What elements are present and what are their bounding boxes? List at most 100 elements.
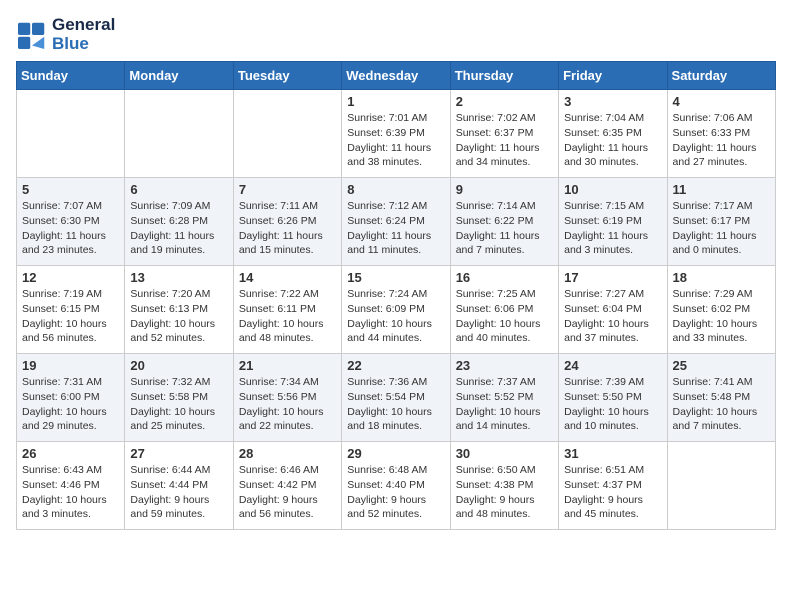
day-info: Sunrise: 7:06 AM Sunset: 6:33 PM Dayligh… [673, 111, 770, 170]
calendar-table: SundayMondayTuesdayWednesdayThursdayFrid… [16, 61, 776, 530]
day-info: Sunrise: 6:43 AM Sunset: 4:46 PM Dayligh… [22, 463, 119, 522]
calendar-cell: 23Sunrise: 7:37 AM Sunset: 5:52 PM Dayli… [450, 354, 558, 442]
day-info: Sunrise: 7:22 AM Sunset: 6:11 PM Dayligh… [239, 287, 336, 346]
day-number: 8 [347, 182, 444, 197]
day-number: 5 [22, 182, 119, 197]
day-info: Sunrise: 7:19 AM Sunset: 6:15 PM Dayligh… [22, 287, 119, 346]
logo-icon [16, 21, 48, 49]
calendar-cell [17, 90, 125, 178]
day-info: Sunrise: 7:20 AM Sunset: 6:13 PM Dayligh… [130, 287, 227, 346]
calendar-cell: 26 Sunrise: 6:43 AM Sunset: 4:46 PM Dayli… [17, 442, 125, 530]
day-info: Sunrise: 7:31 AM Sunset: 6:00 PM Dayligh… [22, 375, 119, 434]
calendar-cell [233, 90, 341, 178]
calendar-cell: 19Sunrise: 7:31 AM Sunset: 6:00 PM Dayli… [17, 354, 125, 442]
calendar-header-sunday: Sunday [17, 62, 125, 90]
page-header: General Blue [16, 16, 776, 53]
day-info: Sunrise: 7:41 AM Sunset: 5:48 PM Dayligh… [673, 375, 770, 434]
day-number: 22 [347, 358, 444, 373]
day-info: Sunrise: 7:36 AM Sunset: 5:54 PM Dayligh… [347, 375, 444, 434]
calendar-cell: 7 Sunrise: 7:11 AM Sunset: 6:26 PM Daylig… [233, 178, 341, 266]
day-number: 15 [347, 270, 444, 285]
logo-text-line2: Blue [52, 35, 115, 54]
day-number: 28 [239, 446, 336, 461]
day-number: 2 [456, 94, 553, 109]
calendar-week-row: 12 Sunrise: 7:19 AM Sunset: 6:15 PM Dayli… [17, 266, 776, 354]
day-info: Sunrise: 7:04 AM Sunset: 6:35 PM Dayligh… [564, 111, 661, 170]
day-info: Sunrise: 7:17 AM Sunset: 6:17 PM Dayligh… [673, 199, 770, 258]
day-number: 24 [564, 358, 661, 373]
calendar-cell: 25 Sunrise: 7:41 AM Sunset: 5:48 PM Dayli… [667, 354, 775, 442]
calendar-cell: 4 Sunrise: 7:06 AM Sunset: 6:33 PM Daylig… [667, 90, 775, 178]
day-number: 30 [456, 446, 553, 461]
day-number: 6 [130, 182, 227, 197]
calendar-cell: 10Sunrise: 7:15 AM Sunset: 6:19 PM Dayli… [559, 178, 667, 266]
day-info: Sunrise: 7:02 AM Sunset: 6:37 PM Dayligh… [456, 111, 553, 170]
day-number: 27 [130, 446, 227, 461]
day-number: 26 [22, 446, 119, 461]
day-info: Sunrise: 7:29 AM Sunset: 6:02 PM Dayligh… [673, 287, 770, 346]
calendar-cell: 1 Sunrise: 7:01 AM Sunset: 6:39 PM Daylig… [342, 90, 450, 178]
day-info: Sunrise: 7:01 AM Sunset: 6:39 PM Dayligh… [347, 111, 444, 170]
calendar-cell: 13Sunrise: 7:20 AM Sunset: 6:13 PM Dayli… [125, 266, 233, 354]
calendar-cell: 17 Sunrise: 7:27 AM Sunset: 6:04 PM Dayli… [559, 266, 667, 354]
day-info: Sunrise: 7:25 AM Sunset: 6:06 PM Dayligh… [456, 287, 553, 346]
day-number: 20 [130, 358, 227, 373]
day-info: Sunrise: 7:14 AM Sunset: 6:22 PM Dayligh… [456, 199, 553, 258]
calendar-header-thursday: Thursday [450, 62, 558, 90]
calendar-cell: 14 Sunrise: 7:22 AM Sunset: 6:11 PM Dayli… [233, 266, 341, 354]
day-info: Sunrise: 7:07 AM Sunset: 6:30 PM Dayligh… [22, 199, 119, 258]
calendar-header-row: SundayMondayTuesdayWednesdayThursdayFrid… [17, 62, 776, 90]
day-number: 12 [22, 270, 119, 285]
day-number: 3 [564, 94, 661, 109]
day-number: 4 [673, 94, 770, 109]
calendar-cell [125, 90, 233, 178]
calendar-cell: 16 Sunrise: 7:25 AM Sunset: 6:06 PM Dayli… [450, 266, 558, 354]
calendar-cell: 31Sunrise: 6:51 AM Sunset: 4:37 PM Dayli… [559, 442, 667, 530]
day-info: Sunrise: 7:11 AM Sunset: 6:26 PM Dayligh… [239, 199, 336, 258]
day-number: 14 [239, 270, 336, 285]
calendar-cell: 8 Sunrise: 7:12 AM Sunset: 6:24 PM Daylig… [342, 178, 450, 266]
day-number: 7 [239, 182, 336, 197]
day-info: Sunrise: 7:12 AM Sunset: 6:24 PM Dayligh… [347, 199, 444, 258]
calendar-cell: 5 Sunrise: 7:07 AM Sunset: 6:30 PM Daylig… [17, 178, 125, 266]
calendar-cell: 21 Sunrise: 7:34 AM Sunset: 5:56 PM Dayli… [233, 354, 341, 442]
calendar-cell: 15 Sunrise: 7:24 AM Sunset: 6:09 PM Dayli… [342, 266, 450, 354]
calendar-header-monday: Monday [125, 62, 233, 90]
day-number: 29 [347, 446, 444, 461]
day-info: Sunrise: 7:39 AM Sunset: 5:50 PM Dayligh… [564, 375, 661, 434]
calendar-header-friday: Friday [559, 62, 667, 90]
calendar-cell: 18 Sunrise: 7:29 AM Sunset: 6:02 PM Dayli… [667, 266, 775, 354]
calendar-header-saturday: Saturday [667, 62, 775, 90]
calendar-cell: 28 Sunrise: 6:46 AM Sunset: 4:42 PM Dayli… [233, 442, 341, 530]
calendar-cell: 29 Sunrise: 6:48 AM Sunset: 4:40 PM Dayli… [342, 442, 450, 530]
day-number: 21 [239, 358, 336, 373]
logo-text-line1: General [52, 16, 115, 35]
day-number: 10 [564, 182, 661, 197]
calendar-cell: 2 Sunrise: 7:02 AM Sunset: 6:37 PM Daylig… [450, 90, 558, 178]
calendar-cell: 22 Sunrise: 7:36 AM Sunset: 5:54 PM Dayli… [342, 354, 450, 442]
calendar-week-row: 26 Sunrise: 6:43 AM Sunset: 4:46 PM Dayli… [17, 442, 776, 530]
calendar-cell [667, 442, 775, 530]
day-number: 23 [456, 358, 553, 373]
calendar-header-tuesday: Tuesday [233, 62, 341, 90]
calendar-cell: 6 Sunrise: 7:09 AM Sunset: 6:28 PM Daylig… [125, 178, 233, 266]
day-info: Sunrise: 6:48 AM Sunset: 4:40 PM Dayligh… [347, 463, 444, 522]
day-info: Sunrise: 6:46 AM Sunset: 4:42 PM Dayligh… [239, 463, 336, 522]
day-info: Sunrise: 7:34 AM Sunset: 5:56 PM Dayligh… [239, 375, 336, 434]
day-number: 25 [673, 358, 770, 373]
day-number: 17 [564, 270, 661, 285]
day-info: Sunrise: 7:09 AM Sunset: 6:28 PM Dayligh… [130, 199, 227, 258]
calendar-week-row: 1 Sunrise: 7:01 AM Sunset: 6:39 PM Daylig… [17, 90, 776, 178]
calendar-week-row: 19Sunrise: 7:31 AM Sunset: 6:00 PM Dayli… [17, 354, 776, 442]
day-info: Sunrise: 6:50 AM Sunset: 4:38 PM Dayligh… [456, 463, 553, 522]
day-number: 16 [456, 270, 553, 285]
calendar-header-wednesday: Wednesday [342, 62, 450, 90]
calendar-cell: 24 Sunrise: 7:39 AM Sunset: 5:50 PM Dayli… [559, 354, 667, 442]
calendar-cell: 20 Sunrise: 7:32 AM Sunset: 5:58 PM Dayli… [125, 354, 233, 442]
day-info: Sunrise: 7:27 AM Sunset: 6:04 PM Dayligh… [564, 287, 661, 346]
calendar-week-row: 5 Sunrise: 7:07 AM Sunset: 6:30 PM Daylig… [17, 178, 776, 266]
day-number: 1 [347, 94, 444, 109]
day-number: 18 [673, 270, 770, 285]
day-info: Sunrise: 7:32 AM Sunset: 5:58 PM Dayligh… [130, 375, 227, 434]
day-info: Sunrise: 7:24 AM Sunset: 6:09 PM Dayligh… [347, 287, 444, 346]
